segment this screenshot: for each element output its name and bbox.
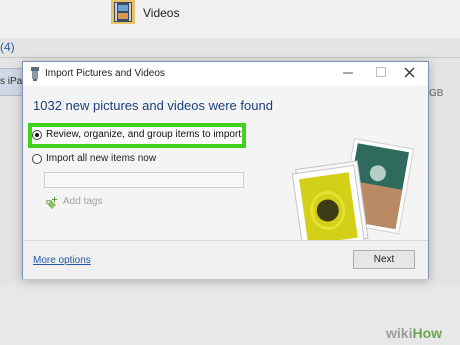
minimize-button[interactable]	[334, 64, 362, 84]
drive-size-label: GB	[429, 88, 444, 99]
dialog-title: Import Pictures and Videos	[45, 68, 165, 79]
import-dialog: Import Pictures and Videos 1032 new pict…	[22, 61, 429, 279]
maximize-button	[367, 64, 395, 84]
found-items-heading: 1032 new pictures and videos were found	[33, 98, 273, 113]
wikihow-watermark: wikiHow	[386, 325, 442, 341]
explorer-folder-area: Videos	[0, 0, 460, 38]
divider	[0, 57, 460, 58]
pictures-stack-illustration	[291, 138, 415, 248]
watermark-how: How	[412, 325, 443, 341]
import-all-radio[interactable]	[32, 154, 42, 164]
add-tags-label: Add tags	[63, 196, 103, 207]
devices-count: (4)	[0, 40, 15, 54]
review-organize-radio[interactable]	[32, 130, 42, 140]
dialog-titlebar[interactable]: Import Pictures and Videos	[23, 62, 428, 86]
minimize-icon	[343, 72, 353, 74]
more-options-link[interactable]: More options	[33, 255, 91, 266]
camera-import-icon	[31, 67, 39, 81]
review-organize-label[interactable]: Review, organize, and group items to imp…	[46, 129, 241, 140]
videos-folder-icon[interactable]	[110, 0, 136, 26]
watermark-wiki: wiki	[386, 325, 413, 341]
import-all-label[interactable]: Import all new items now	[46, 153, 156, 164]
dialog-footer: More options Next	[23, 240, 428, 279]
close-icon	[404, 67, 414, 78]
dialog-body: 1032 new pictures and videos were found …	[23, 86, 428, 248]
tags-input	[44, 172, 244, 188]
videos-folder-label[interactable]: Videos	[143, 6, 179, 20]
next-button[interactable]: Next	[353, 250, 415, 269]
close-button[interactable]	[395, 64, 423, 84]
add-tag-icon	[46, 197, 57, 209]
maximize-icon	[376, 67, 386, 77]
